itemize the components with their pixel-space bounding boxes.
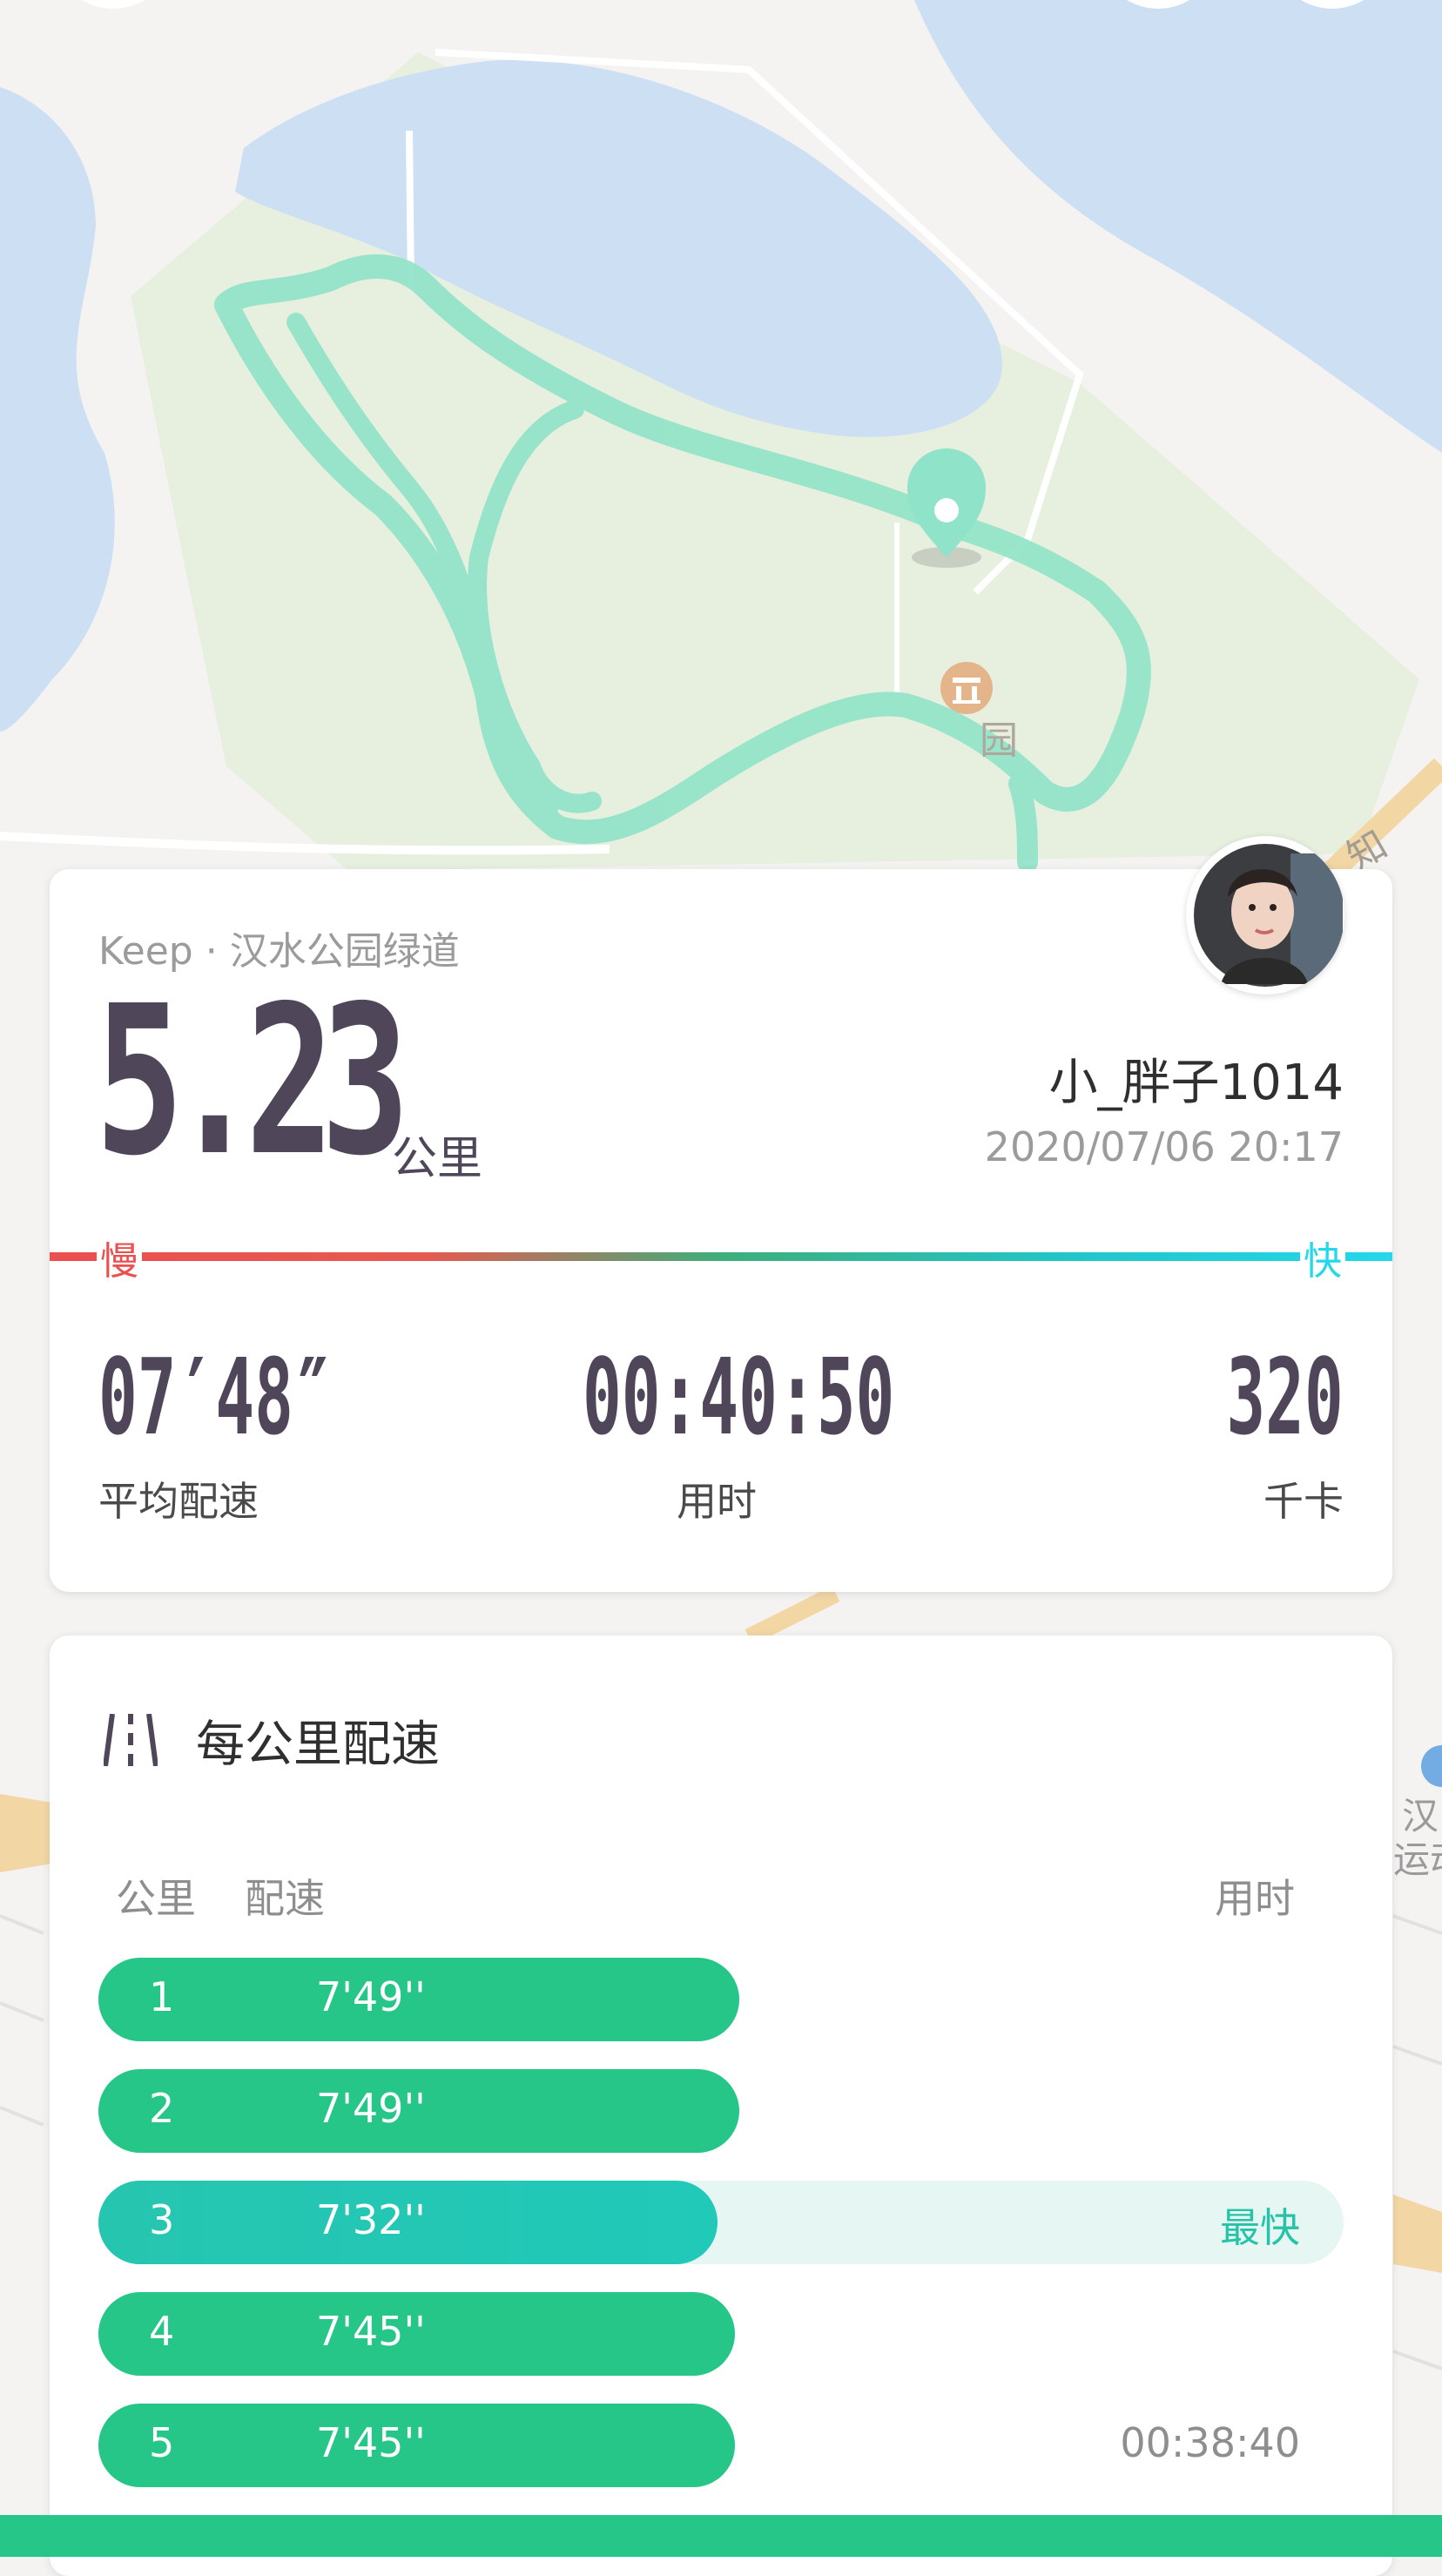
split-km: 3: [149, 2196, 175, 2243]
split-row[interactable]: 2 7'49'': [98, 2069, 1344, 2153]
split-km: 2: [149, 2085, 175, 2132]
calories-value: 320: [1226, 1338, 1344, 1459]
col-head-time: 用时: [1215, 1875, 1295, 1922]
poi-label: 园: [980, 718, 1018, 763]
fast-label: 快: [1300, 1230, 1345, 1285]
split-pace: 7'45'': [316, 2308, 426, 2355]
split-km: 5: [149, 2419, 175, 2466]
split-bar: 3 7'32'': [98, 2181, 718, 2264]
col-head-km: 公里: [116, 1875, 196, 1922]
bottom-action-bar[interactable]: [0, 2515, 1442, 2557]
speed-gradient-bar: [50, 1252, 1392, 1261]
split-km: 1: [149, 1973, 175, 2020]
split-pace: 7'49'': [316, 1973, 426, 2020]
calories-label: 千卡: [1263, 1478, 1344, 1525]
duration-value: 00:40:50: [583, 1338, 895, 1459]
splits-title: 每公里配速: [196, 1716, 440, 1773]
split-bar: 1 7'49'': [98, 1958, 739, 2041]
username: 小_胖子1014: [1048, 1055, 1344, 1111]
fastest-badge: 最快: [1220, 2204, 1300, 2251]
avatar-photo-icon: [1194, 844, 1343, 987]
avg-pace-value: 07′48″: [98, 1338, 333, 1459]
avatar[interactable]: [1186, 836, 1344, 995]
distance-unit: 公里: [392, 1133, 483, 1185]
run-datetime: 2020/07/06 20:17: [984, 1123, 1344, 1170]
split-row-fastest[interactable]: 3 7'32'' 最快: [98, 2181, 1344, 2264]
side-label-1: 汉: [1402, 1795, 1439, 1838]
split-pace: 7'32'': [316, 2196, 426, 2243]
split-pace: 7'45'': [316, 2419, 426, 2466]
split-bar: 2 7'49'': [98, 2069, 739, 2153]
split-row[interactable]: 1 7'49'': [98, 1958, 1344, 2041]
split-cumulative-time: 00:38:40: [1120, 2419, 1300, 2466]
km-splits-card: 每公里配速 公里 配速 用时 1 7'49'' 2 7'49'' 3 7'32'…: [50, 1635, 1392, 2576]
col-head-pace: 配速: [245, 1875, 325, 1922]
split-row[interactable]: 4 7'45'': [98, 2292, 1344, 2376]
split-km: 4: [149, 2308, 175, 2355]
avg-pace-label: 平均配速: [98, 1478, 259, 1525]
split-row[interactable]: 5 7'45'' 00:38:40: [98, 2404, 1344, 2487]
duration-label: 用时: [677, 1478, 757, 1525]
split-pace: 7'49'': [316, 2085, 426, 2132]
run-summary-card: Keep · 汉水公园绿道 5.23 公里 小_胖子1014 2020/07/0…: [50, 836, 1392, 1592]
distance-value: 5.23: [95, 961, 410, 1201]
split-bar: 4 7'45'': [98, 2292, 735, 2376]
road-splits-icon: [104, 1714, 158, 1766]
split-bar: 5 7'45'': [98, 2404, 735, 2487]
park-poi-icon: [940, 662, 993, 714]
slow-label: 慢: [97, 1230, 142, 1285]
side-label-2: 运动: [1393, 1838, 1442, 1881]
